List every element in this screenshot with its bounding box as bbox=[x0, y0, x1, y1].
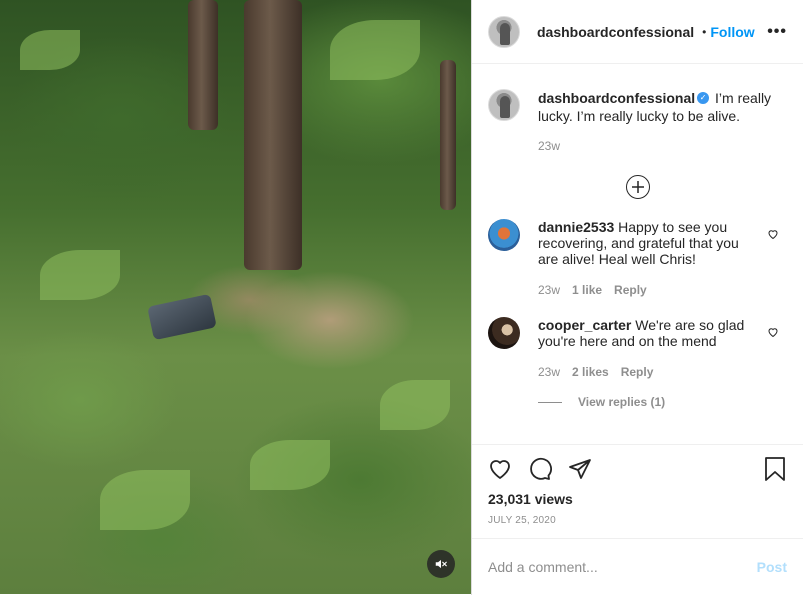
foliage bbox=[330, 20, 420, 80]
view-replies-button[interactable]: View replies (1) bbox=[538, 395, 787, 409]
verified-badge-icon: ✓ bbox=[697, 92, 710, 105]
tree-trunk-right bbox=[440, 60, 456, 210]
comment-composer: Post bbox=[472, 538, 803, 595]
speaker-muted-icon bbox=[435, 559, 447, 569]
reply-button[interactable]: Reply bbox=[621, 365, 654, 379]
foliage bbox=[380, 380, 450, 430]
save-button[interactable] bbox=[763, 457, 787, 481]
comment-input[interactable] bbox=[488, 559, 757, 575]
view-replies-label: View replies (1) bbox=[578, 395, 666, 409]
separator-dot: • bbox=[702, 24, 707, 39]
post-video[interactable] bbox=[0, 0, 471, 594]
avatar[interactable] bbox=[488, 15, 520, 48]
header-username[interactable]: dashboardconfessional bbox=[537, 24, 694, 40]
like-comment-button[interactable] bbox=[767, 325, 779, 341]
foliage bbox=[100, 470, 190, 530]
caption: dashboardconfessional ✓ I’m really lucky.… bbox=[488, 89, 787, 155]
heart-icon bbox=[768, 230, 778, 240]
foliage bbox=[40, 250, 120, 300]
plus-icon bbox=[631, 181, 644, 193]
comment-item: dannie2533 Happy to see you recovering, … bbox=[488, 219, 787, 297]
speech-bubble-icon bbox=[530, 457, 552, 480]
avatar[interactable] bbox=[488, 317, 520, 349]
avatar[interactable] bbox=[488, 89, 520, 121]
avatar[interactable] bbox=[488, 219, 520, 251]
heart-icon bbox=[768, 328, 778, 338]
comment-button[interactable] bbox=[528, 457, 552, 481]
post-side-panel: dashboardconfessional • Follow ••• dashb… bbox=[471, 0, 803, 595]
bag-on-ground bbox=[147, 293, 217, 341]
comments-section: dashboardconfessional ✓ I’m really lucky.… bbox=[472, 65, 803, 443]
like-button[interactable] bbox=[488, 457, 512, 481]
comment-username[interactable]: cooper_carter bbox=[538, 317, 631, 333]
divider-line bbox=[538, 401, 562, 403]
more-options-icon[interactable]: ••• bbox=[767, 23, 787, 41]
post-actions: 23,031 views JULY 25, 2020 bbox=[472, 444, 803, 538]
like-comment-button[interactable] bbox=[767, 227, 779, 243]
comment-likes[interactable]: 1 like bbox=[572, 283, 602, 297]
view-count[interactable]: 23,031 views bbox=[488, 491, 787, 507]
paper-plane-icon bbox=[569, 459, 591, 479]
comment-username[interactable]: dannie2533 bbox=[538, 219, 614, 235]
foliage bbox=[250, 440, 330, 490]
caption-time[interactable]: 23w bbox=[538, 137, 560, 155]
mute-button[interactable] bbox=[427, 550, 455, 578]
reply-button[interactable]: Reply bbox=[614, 283, 647, 297]
bookmark-icon bbox=[765, 457, 785, 481]
comment-likes[interactable]: 2 likes bbox=[572, 365, 609, 379]
load-more-comments-button[interactable] bbox=[625, 175, 650, 199]
caption-username[interactable]: dashboardconfessional bbox=[538, 90, 695, 106]
share-button[interactable] bbox=[568, 457, 592, 481]
comment-time[interactable]: 23w bbox=[538, 365, 560, 379]
tree-trunk-left bbox=[188, 0, 218, 130]
action-icons bbox=[488, 453, 787, 485]
foliage bbox=[20, 30, 80, 70]
post-date[interactable]: JULY 25, 2020 bbox=[488, 515, 787, 526]
comment-item: cooper_carter We're are so glad you're h… bbox=[488, 317, 787, 379]
post-header: dashboardconfessional • Follow ••• bbox=[472, 0, 803, 64]
tree-trunk-center bbox=[244, 0, 302, 270]
post-comment-button[interactable]: Post bbox=[757, 559, 787, 575]
comment-time[interactable]: 23w bbox=[538, 283, 560, 297]
follow-button[interactable]: Follow bbox=[710, 24, 754, 40]
heart-icon bbox=[490, 460, 510, 479]
